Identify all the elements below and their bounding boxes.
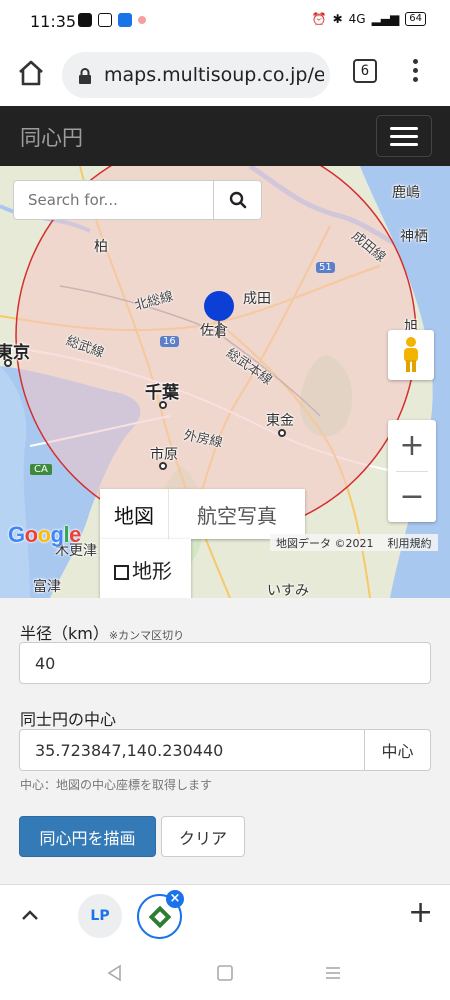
map-view[interactable]: 鹿嶋 神栖 柏 成田線 北総線 成田 佐倉 総武線 総武本線 東京 千葉 東金 … bbox=[0, 166, 450, 598]
draw-circle-button[interactable]: 同心円を描画 bbox=[19, 816, 156, 857]
map-type-control: 地図 航空写真 bbox=[100, 489, 305, 539]
help-text: 中心：地図の中心座標を取得します bbox=[20, 778, 213, 792]
center-label: 同士円の中心 bbox=[20, 710, 117, 729]
system-navigation-bar bbox=[0, 946, 450, 1000]
get-center-button[interactable]: 中心 bbox=[364, 729, 431, 771]
terrain-toggle[interactable]: 地形 bbox=[100, 539, 191, 598]
browser-bottom-toolbar: LP × + bbox=[0, 884, 450, 946]
home-icon bbox=[19, 60, 43, 86]
tab-favicon: LP bbox=[90, 908, 110, 924]
zoom-control: + − bbox=[388, 420, 436, 522]
map-label-narita: 成田 bbox=[243, 291, 271, 307]
map-city-dot bbox=[159, 462, 167, 470]
clear-button[interactable]: クリア bbox=[161, 816, 245, 857]
app-notification-icon bbox=[78, 13, 92, 27]
tab-group-item[interactable]: LP bbox=[78, 894, 122, 938]
site-brand[interactable]: 同心円 bbox=[20, 122, 83, 152]
status-indicators: ⏰ ✱ 4G ▂▄▆ 64 bbox=[312, 12, 426, 26]
back-icon[interactable] bbox=[106, 964, 124, 982]
map-attribution: 地図データ ©2021 利用規約 bbox=[270, 534, 438, 551]
map-type-map-button[interactable]: 地図 bbox=[100, 489, 168, 539]
map-search-box bbox=[13, 180, 262, 220]
radius-label: 半径（km）※カンマ区切り bbox=[20, 624, 185, 643]
map-search-input[interactable] bbox=[14, 181, 214, 219]
bluetooth-icon: ✱ bbox=[332, 12, 343, 26]
new-tab-button[interactable]: + bbox=[408, 898, 433, 928]
map-city-dot bbox=[159, 401, 167, 409]
signal-icon: ▂▄▆ bbox=[371, 12, 400, 26]
map-type-satellite-button[interactable]: 航空写真 bbox=[168, 489, 305, 539]
tab-switcher-button[interactable]: 6 bbox=[353, 59, 377, 83]
map-label-futtsu: 富津 bbox=[33, 579, 61, 595]
map-pin-icon[interactable] bbox=[202, 290, 236, 340]
address-bar[interactable]: maps.multisoup.co.jp/ex bbox=[62, 52, 330, 98]
battery-icon: 64 bbox=[405, 12, 426, 26]
circle-form: 半径（km）※カンマ区切り 40 同士円の中心 35.723847,140.23… bbox=[0, 598, 450, 884]
map-search-button[interactable] bbox=[214, 181, 261, 219]
alarm-icon: ⏰ bbox=[311, 12, 327, 26]
network-type: 4G bbox=[348, 12, 366, 26]
map-label-kashima: 鹿嶋 bbox=[392, 185, 420, 201]
home-nav-icon[interactable] bbox=[216, 964, 234, 982]
map-city-dot bbox=[278, 429, 286, 437]
map-label-chiba: 千葉 bbox=[145, 383, 179, 403]
pegman-icon bbox=[404, 337, 418, 372]
chevron-up-icon[interactable] bbox=[18, 903, 42, 927]
hamburger-menu-icon[interactable] bbox=[376, 115, 432, 157]
map-city-dot bbox=[4, 359, 12, 367]
app-notification-icon bbox=[118, 13, 132, 27]
app-notification-icon bbox=[98, 13, 112, 27]
zoom-in-button[interactable]: + bbox=[388, 420, 436, 471]
browser-toolbar: maps.multisoup.co.jp/ex 6 bbox=[0, 44, 450, 106]
street-view-button[interactable] bbox=[388, 330, 434, 380]
expressway-badge: CA bbox=[30, 464, 52, 475]
dot-notification-icon bbox=[138, 16, 146, 24]
center-input[interactable]: 35.723847,140.230440 bbox=[19, 729, 365, 771]
route-16-badge: 16 bbox=[160, 336, 179, 347]
status-time: 11:35 bbox=[30, 12, 77, 31]
notification-icons bbox=[78, 13, 146, 27]
google-logo: Google bbox=[8, 522, 81, 547]
search-icon bbox=[229, 191, 246, 209]
close-tab-icon[interactable]: × bbox=[166, 890, 184, 908]
map-label-kamisu: 神栖 bbox=[400, 229, 428, 245]
map-label-isumi: いすみ bbox=[267, 583, 309, 598]
url-text: maps.multisoup.co.jp/ex bbox=[104, 64, 324, 86]
recents-icon[interactable] bbox=[324, 964, 342, 982]
map-label-togane: 東金 bbox=[266, 413, 294, 429]
radius-input[interactable]: 40 bbox=[19, 642, 431, 684]
zoom-out-button[interactable]: − bbox=[388, 471, 436, 522]
terrain-checkbox[interactable] bbox=[114, 564, 129, 580]
home-button[interactable] bbox=[14, 56, 48, 90]
map-label-ichihara: 市原 bbox=[150, 447, 178, 463]
status-bar: 11:35 ⏰ ✱ 4G ▂▄▆ 64 bbox=[0, 0, 450, 44]
site-favicon-icon bbox=[148, 905, 171, 928]
attribution-text: 地図データ ©2021 bbox=[276, 537, 374, 550]
lock-icon bbox=[79, 68, 91, 84]
terms-link[interactable]: 利用規約 bbox=[388, 535, 432, 550]
browser-menu-icon[interactable] bbox=[408, 57, 422, 87]
terrain-label: 地形 bbox=[132, 558, 172, 583]
site-navbar: 同心円 bbox=[0, 106, 450, 166]
map-label-kashiwa: 柏 bbox=[94, 239, 108, 255]
route-51-badge: 51 bbox=[316, 262, 335, 273]
